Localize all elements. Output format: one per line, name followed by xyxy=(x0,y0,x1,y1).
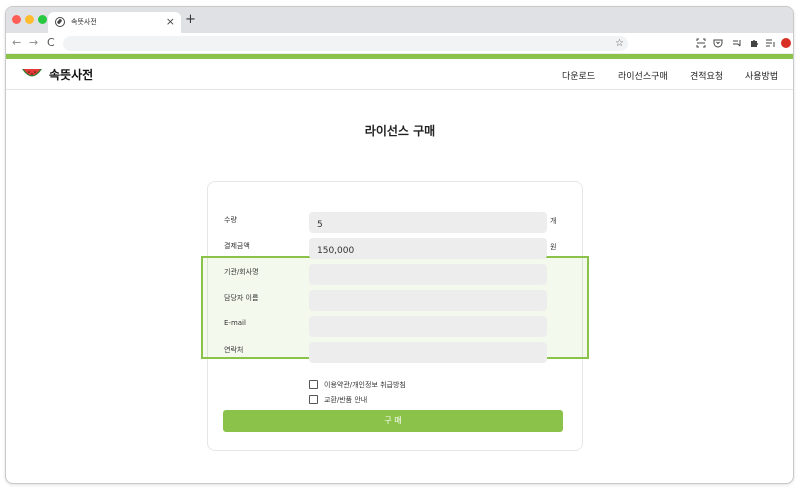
maximize-window-button[interactable] xyxy=(38,15,47,24)
quantity-input[interactable] xyxy=(309,214,547,236)
site-logo-text[interactable]: 속뜻사전 xyxy=(49,66,93,83)
phone-label: 연락처 xyxy=(224,346,244,354)
quantity-unit: 개 xyxy=(550,217,557,225)
new-tab-button[interactable]: + xyxy=(185,13,196,27)
address-bar[interactable]: ☆ xyxy=(63,36,628,51)
close-window-button[interactable] xyxy=(12,15,21,24)
email-field[interactable] xyxy=(309,316,547,340)
quantity-label: 수량 xyxy=(224,216,237,224)
nav-how-to-use[interactable]: 사용방법 xyxy=(745,69,778,82)
list-icon[interactable] xyxy=(765,38,775,48)
reload-icon[interactable]: C xyxy=(47,36,55,50)
browser-tab[interactable]: 속뜻사전 × xyxy=(48,12,181,33)
refund-checkbox[interactable] xyxy=(309,395,318,404)
minimize-window-button[interactable] xyxy=(25,15,34,24)
forward-icon[interactable]: → xyxy=(29,36,38,50)
back-icon[interactable]: ← xyxy=(12,36,21,50)
site-header: 속뜻사전 다운로드 라이선스구매 견적요청 사용방법 xyxy=(6,59,793,90)
contact-name-field[interactable] xyxy=(309,290,547,314)
nav-quote-request[interactable]: 견적요청 xyxy=(690,69,723,82)
phone-input[interactable] xyxy=(309,344,547,366)
amount-field[interactable] xyxy=(309,238,547,262)
watermelon-logo-icon[interactable] xyxy=(21,66,43,80)
reader-icon[interactable] xyxy=(732,38,742,48)
contact-name-input[interactable] xyxy=(309,292,547,314)
extensions-icon[interactable] xyxy=(749,38,759,48)
company-field[interactable] xyxy=(309,264,547,288)
company-input[interactable] xyxy=(309,266,547,288)
globe-icon xyxy=(55,17,65,27)
company-label: 기관/회사명 xyxy=(224,268,259,276)
browser-toolbar: ← → C ☆ xyxy=(6,33,793,54)
profile-icon[interactable] xyxy=(781,38,791,48)
purchase-button[interactable]: 구 매 xyxy=(223,410,563,432)
tab-title: 속뜻사전 xyxy=(71,18,97,26)
pocket-icon[interactable] xyxy=(713,38,723,48)
terms-checkbox[interactable] xyxy=(309,380,318,389)
page-title: 라이선스 구매 xyxy=(364,124,436,138)
email-input[interactable] xyxy=(309,318,547,340)
contact-name-label: 담당자 이름 xyxy=(224,294,259,302)
nav-license-purchase[interactable]: 라이선스구매 xyxy=(618,69,668,82)
amount-unit: 원 xyxy=(550,243,557,251)
nav-download[interactable]: 다운로드 xyxy=(562,69,595,82)
refund-checkbox-label[interactable]: 교환/반품 안내 xyxy=(324,395,367,405)
bookmark-star-icon[interactable]: ☆ xyxy=(615,36,624,51)
email-label: E-mail xyxy=(224,319,246,327)
terms-checkbox-label[interactable]: 이용약관/개인정보 취급방침 xyxy=(324,380,406,390)
screenshot-icon[interactable] xyxy=(696,38,706,48)
phone-field[interactable] xyxy=(309,342,547,366)
tab-close-icon[interactable]: × xyxy=(166,15,175,29)
amount-input[interactable] xyxy=(309,240,547,262)
quantity-field[interactable] xyxy=(309,212,547,236)
amount-label: 결제금액 xyxy=(224,242,250,250)
tab-strip: 속뜻사전 × + xyxy=(6,7,793,33)
